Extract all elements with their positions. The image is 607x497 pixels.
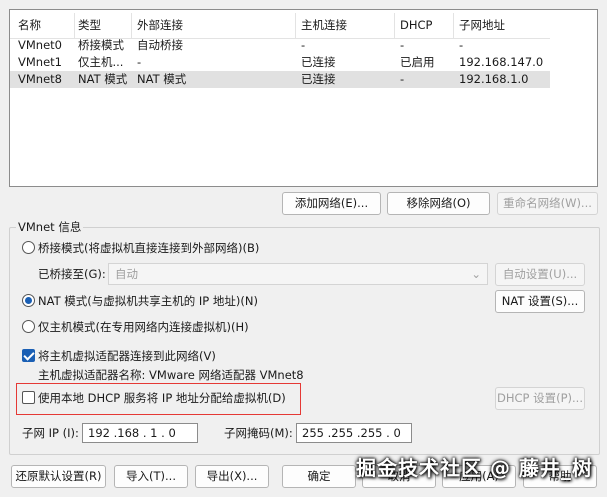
dhcp-settings-button[interactable]: DHCP 设置(P)... bbox=[495, 387, 585, 410]
connect-adapter-label: 将主机虚拟适配器连接到此网络(V) bbox=[38, 349, 216, 363]
subnet-mask-input[interactable]: 255 .255 .255 . 0 bbox=[296, 423, 412, 443]
subnet-mask-label: 子网掩码(M): bbox=[224, 426, 293, 440]
bridged-mode-radio[interactable] bbox=[22, 241, 35, 254]
dhcp-checkbox[interactable] bbox=[22, 391, 35, 404]
connect-adapter-checkbox[interactable] bbox=[22, 349, 35, 362]
column-header-subnet[interactable]: 子网地址 bbox=[453, 13, 550, 38]
column-header-host[interactable]: 主机连接 bbox=[295, 13, 395, 38]
host-only-label: 仅主机模式(在专用网络内连接虚拟机)(H) bbox=[38, 320, 249, 334]
column-header-type[interactable]: 类型 bbox=[72, 13, 132, 38]
column-header-dhcp[interactable]: DHCP bbox=[394, 13, 454, 38]
restore-defaults-button[interactable]: 还原默认设置(R) bbox=[11, 465, 106, 488]
column-header-name[interactable]: 名称 bbox=[12, 13, 72, 38]
subnet-ip-label: 子网 IP (I): bbox=[22, 426, 79, 440]
dhcp-label: 使用本地 DHCP 服务将 IP 地址分配给虚拟机(D) bbox=[38, 391, 286, 405]
host-only-radio[interactable] bbox=[22, 320, 35, 333]
remove-network-button[interactable]: 移除网络(O) bbox=[387, 192, 490, 215]
rename-network-button[interactable]: 重命名网络(W)... bbox=[497, 192, 598, 215]
add-network-button[interactable]: 添加网络(E)... bbox=[282, 192, 381, 215]
vmnet-info-group bbox=[9, 227, 600, 455]
watermark: 掘金技术社区 @ 藤井_树 bbox=[356, 456, 593, 480]
ok-button[interactable]: 确定 bbox=[282, 465, 356, 488]
nat-mode-radio[interactable] bbox=[22, 294, 35, 307]
auto-settings-button[interactable]: 自动设置(U)... bbox=[495, 263, 585, 286]
table-row-selected[interactable]: VMnet8 NAT 模式 NAT 模式 已连接 - 192.168.1.0 bbox=[10, 71, 550, 88]
export-button[interactable]: 导出(X)... bbox=[195, 465, 269, 488]
table-header: 名称 类型 外部连接 主机连接 DHCP 子网地址 bbox=[10, 13, 550, 39]
nat-settings-button[interactable]: NAT 设置(S)... bbox=[495, 290, 585, 313]
bridged-to-select[interactable]: 自动 ⌄ bbox=[108, 263, 488, 285]
nat-mode-label: NAT 模式(与虚拟机共享主机的 IP 地址)(N) bbox=[38, 294, 258, 308]
bridged-mode-label: 桥接模式(将虚拟机直接连接到外部网络)(B) bbox=[38, 241, 260, 255]
network-list[interactable]: 名称 类型 外部连接 主机连接 DHCP 子网地址 VMnet0 桥接模式 自动… bbox=[9, 9, 598, 187]
table-row[interactable]: VMnet0 桥接模式 自动桥接 - - - bbox=[10, 37, 550, 54]
chevron-down-icon: ⌄ bbox=[471, 267, 481, 281]
import-button[interactable]: 导入(T)... bbox=[114, 465, 188, 488]
table-row[interactable]: VMnet1 仅主机... - 已连接 已启用 192.168.147.0 bbox=[10, 54, 550, 71]
bridged-to-label: 已桥接至(G): bbox=[38, 267, 106, 281]
adapter-name-label: 主机虚拟适配器名称: VMware 网络适配器 VMnet8 bbox=[38, 368, 304, 382]
subnet-ip-input[interactable]: 192 .168 . 1 . 0 bbox=[82, 423, 198, 443]
vmnet-info-title: VMnet 信息 bbox=[16, 220, 84, 234]
column-header-external[interactable]: 外部连接 bbox=[131, 13, 296, 38]
